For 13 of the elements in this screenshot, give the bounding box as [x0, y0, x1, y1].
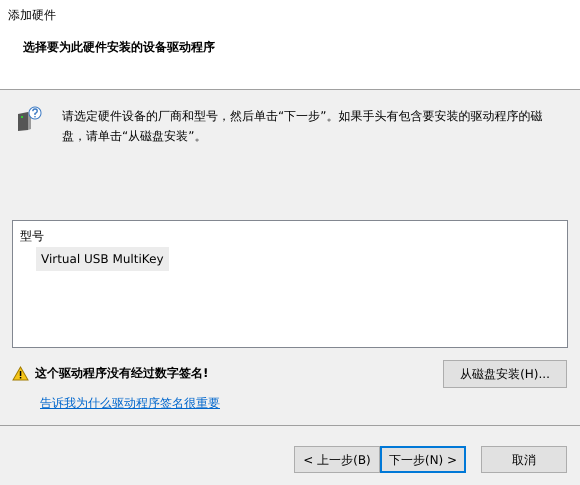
dialog-button[interactable]: 取消 — [481, 446, 567, 473]
hardware-help-icon — [16, 106, 42, 132]
warning-icon — [12, 366, 29, 380]
warning-text: 这个驱动程序没有经过数字签名! — [35, 365, 208, 382]
list-item[interactable]: Virtual USB MultiKey — [36, 247, 169, 271]
dialog-button[interactable]: 下一步(N) > — [380, 446, 466, 473]
instruction-text: 请选定硬件设备的厂商和型号，然后单击“下一步”。如果手头有包含要安装的驱动程序的磁盘，请单击“从磁盘安装”。 — [62, 108, 544, 145]
dialog-button[interactable]: < 上一步(B) — [294, 446, 380, 473]
page-heading: 选择要为此硬件安装的设备驱动程序 — [23, 39, 216, 56]
signing-help-link[interactable]: 告诉我为什么驱动程序签名很重要 — [40, 396, 220, 410]
have-disk-button[interactable]: 从磁盘安装(H)... — [443, 360, 567, 388]
window-title: 添加硬件 — [8, 7, 57, 24]
list-heading: 型号 — [20, 228, 45, 245]
